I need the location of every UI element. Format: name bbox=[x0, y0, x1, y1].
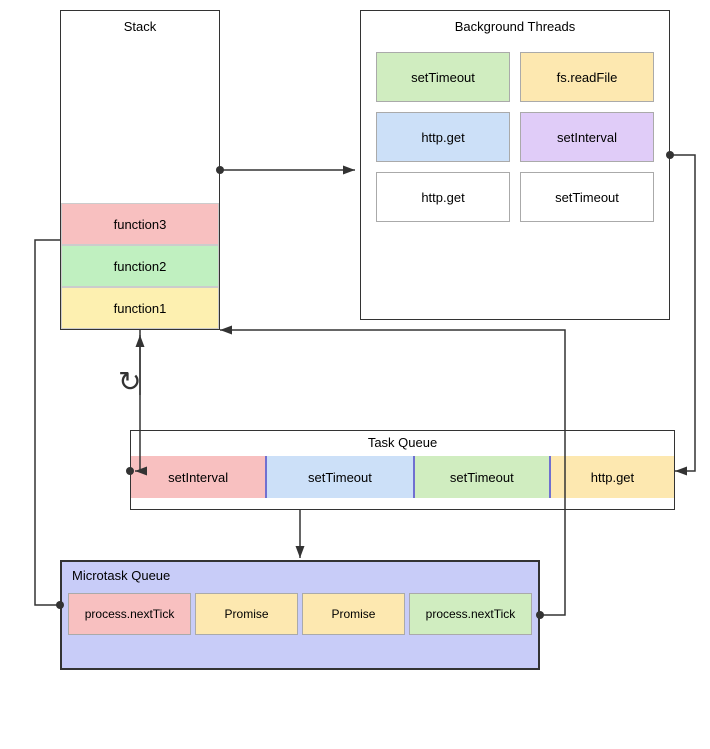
bg-threads-label: Background Threads bbox=[361, 11, 669, 42]
task-queue-label: Task Queue bbox=[131, 431, 674, 454]
bg-threads-grid: setTimeout fs.readFile http.get setInter… bbox=[361, 42, 669, 232]
bg-item-settimeout1: setTimeout bbox=[376, 52, 510, 102]
task-queue-items: setInterval setTimeout setTimeout http.g… bbox=[131, 456, 674, 498]
stack-items: function3 function2 function1 bbox=[61, 203, 219, 329]
microtask-items: process.nextTick Promise Promise process… bbox=[68, 593, 532, 635]
bg-item-settimeout2: setTimeout bbox=[520, 172, 654, 222]
stack-item-function1: function1 bbox=[61, 287, 219, 329]
tq-httpget: http.get bbox=[551, 456, 674, 498]
diagram-container: Stack function3 function2 function1 Back… bbox=[0, 0, 710, 749]
stack-item-function3: function3 bbox=[61, 203, 219, 245]
loop-arrow-icon: ↺ bbox=[118, 365, 141, 398]
microtask-queue-box: Microtask Queue process.nextTick Promise… bbox=[60, 560, 540, 670]
bg-item-httpget2: http.get bbox=[376, 172, 510, 222]
mq-processnexttick2: process.nextTick bbox=[409, 593, 532, 635]
bg-item-fsreadfile: fs.readFile bbox=[520, 52, 654, 102]
stack-item-function2: function2 bbox=[61, 245, 219, 287]
tq-settimeout2: setTimeout bbox=[415, 456, 551, 498]
bg-item-httpget1: http.get bbox=[376, 112, 510, 162]
stack-box: Stack function3 function2 function1 bbox=[60, 10, 220, 330]
background-threads-box: Background Threads setTimeout fs.readFil… bbox=[360, 10, 670, 320]
microtask-queue-label: Microtask Queue bbox=[62, 562, 538, 589]
mq-promise2: Promise bbox=[302, 593, 405, 635]
task-queue-box: Task Queue setInterval setTimeout setTim… bbox=[130, 430, 675, 510]
stack-label: Stack bbox=[61, 11, 219, 42]
tq-settimeout1: setTimeout bbox=[267, 456, 414, 498]
tq-setinterval: setInterval bbox=[131, 456, 267, 498]
mq-promise1: Promise bbox=[195, 593, 298, 635]
mq-processnexttick1: process.nextTick bbox=[68, 593, 191, 635]
bg-item-setinterval: setInterval bbox=[520, 112, 654, 162]
